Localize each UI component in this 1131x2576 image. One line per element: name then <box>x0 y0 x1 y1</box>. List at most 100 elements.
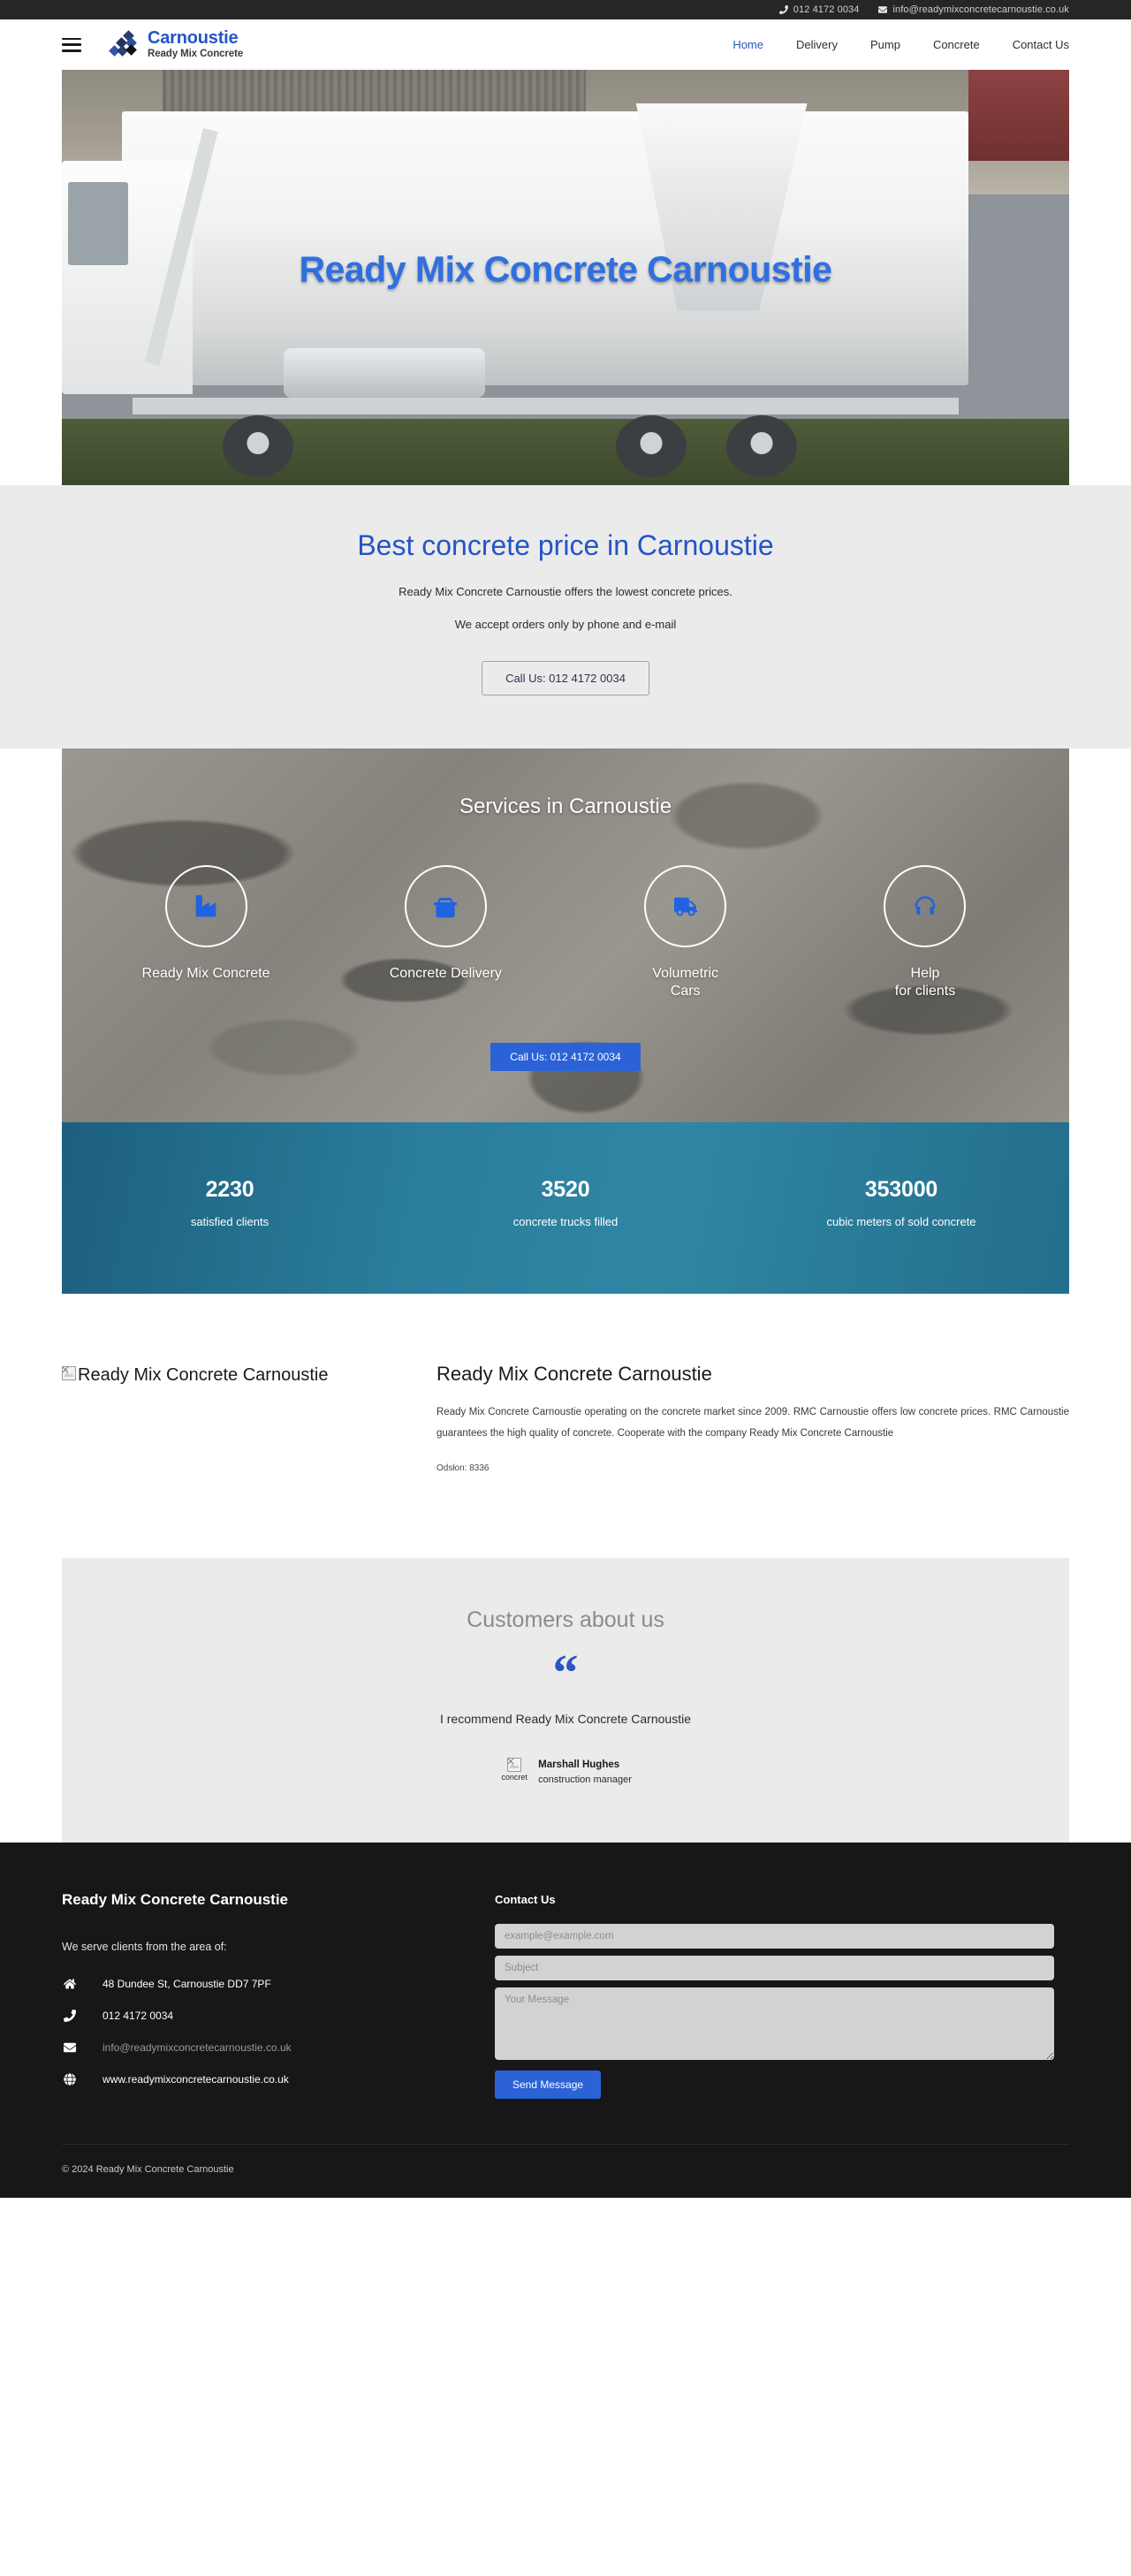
site-footer: Ready Mix Concrete Carnoustie We serve c… <box>0 1842 1131 2105</box>
envelope-icon <box>878 5 888 14</box>
services-cta-wrapper: Call Us: 012 4172 0034 <box>62 1043 1069 1071</box>
about-image-placeholder: Ready Mix Concrete Carnoustie <box>62 1363 433 1473</box>
brand-text: Carnoustie Ready Mix Concrete <box>148 28 244 60</box>
site-header: Carnoustie Ready Mix Concrete Home Deliv… <box>0 19 1131 70</box>
author-role: construction manager <box>538 1774 632 1786</box>
stat-number: 3520 <box>541 1177 590 1202</box>
main-navigation: Home Delivery Pump Concrete Contact Us <box>732 38 1069 51</box>
stat-number: 2230 <box>205 1177 254 1202</box>
brand-logo-link[interactable]: Carnoustie Ready Mix Concrete <box>108 29 243 59</box>
top-contact-bar: 012 4172 0034 info@readymixconcretecarno… <box>0 0 1131 19</box>
hamburger-line <box>62 43 81 46</box>
footer-service-area-label: We serve clients from the area of: <box>62 1940 227 1953</box>
hero-title: Ready Mix Concrete Carnoustie <box>299 248 832 290</box>
footer-contact-email: info@readymixconcretecarnoustie.co.uk <box>62 2041 433 2054</box>
stat-label: cubic meters of sold concrete <box>826 1215 976 1228</box>
about-text-block: Ready Mix Concrete Carnoustie Ready Mix … <box>433 1363 1069 1473</box>
about-title: Ready Mix Concrete Carnoustie <box>436 1363 712 1385</box>
call-us-outline-button[interactable]: Call Us: 012 4172 0034 <box>482 661 649 695</box>
author-name: Marshall Hughes <box>538 1759 620 1771</box>
stat-item-satisfied-clients: 2230 satisfied clients <box>62 1177 398 1228</box>
about-section: Ready Mix Concrete Carnoustie Ready Mix … <box>62 1294 1069 1559</box>
footer-contact-form-column: Contact Us Send Message <box>495 1891 1069 2105</box>
brand-title: Carnoustie <box>148 28 239 49</box>
email-field[interactable] <box>495 1923 1054 1949</box>
footer-contact-list: 48 Dundee St, Carnoustie DD7 7PF 012 417… <box>62 1978 433 2086</box>
price-section-title: Best concrete price in Carnoustie <box>357 529 774 561</box>
hamburger-menu-icon[interactable] <box>62 37 81 52</box>
service-item-concrete-delivery[interactable]: Concrete Delivery <box>344 865 547 1000</box>
about-image-alt-text: Ready Mix Concrete Carnoustie <box>78 1365 329 1385</box>
diamond-blocks-logo-icon <box>108 29 138 58</box>
phone-icon <box>62 2009 102 2022</box>
avatar: concret <box>499 1758 529 1783</box>
footer-contact-phone: 012 4172 0034 <box>62 2010 433 2022</box>
broken-image-icon: Ready Mix Concrete Carnoustie <box>62 1363 328 1388</box>
footer-company-heading: Ready Mix Concrete Carnoustie <box>62 1890 289 1908</box>
topbar-phone-text: 012 4172 0034 <box>793 4 860 15</box>
service-label: Help for clients <box>894 966 956 999</box>
truck-moving-icon <box>644 865 727 947</box>
copyright-bar: © 2024 Ready Mix Concrete Carnoustie <box>0 2104 1131 2198</box>
service-label: Volumetric Cars <box>652 966 718 999</box>
footer-contact-address: 48 Dundee St, Carnoustie DD7 7PF <box>62 1978 433 1990</box>
nav-item-pump[interactable]: Pump <box>870 38 900 51</box>
nav-item-concrete[interactable]: Concrete <box>933 38 980 51</box>
nav-item-delivery[interactable]: Delivery <box>796 38 838 51</box>
services-grid: Ready Mix Concrete Concrete Delivery Vol… <box>62 865 1069 1000</box>
subject-field[interactable] <box>495 1955 1054 1980</box>
send-message-button[interactable]: Send Message <box>495 2070 602 2099</box>
statistics-band: 2230 satisfied clients 3520 concrete tru… <box>62 1122 1069 1294</box>
author-info: Marshall Hughes construction manager <box>538 1758 632 1788</box>
nav-item-home[interactable]: Home <box>732 38 763 51</box>
headset-icon <box>884 865 967 947</box>
services-section: Services in Carnoustie Ready Mix Concret… <box>62 748 1069 1122</box>
contact-form-heading: Contact Us <box>495 1892 556 1906</box>
footer-info-column: Ready Mix Concrete Carnoustie We serve c… <box>62 1891 433 2105</box>
topbar-phone-link[interactable]: 012 4172 0034 <box>778 4 860 15</box>
footer-email-link[interactable]: info@readymixconcretecarnoustie.co.uk <box>102 2041 292 2054</box>
stat-item-cubic-meters: 353000 cubic meters of sold concrete <box>733 1177 1069 1228</box>
message-field[interactable] <box>495 1987 1054 2060</box>
stat-number: 353000 <box>864 1177 938 1202</box>
nav-item-contact-us[interactable]: Contact Us <box>1013 38 1069 51</box>
industry-icon <box>164 865 247 947</box>
best-price-section: Best concrete price in Carnoustie Ready … <box>0 485 1131 748</box>
brand-subtitle: Ready Mix Concrete <box>148 49 244 60</box>
home-icon <box>62 1978 102 1990</box>
truck-icon <box>404 865 487 947</box>
globe-icon <box>62 2073 102 2086</box>
stat-label: concrete trucks filled <box>512 1215 619 1228</box>
service-item-ready-mix-concrete[interactable]: Ready Mix Concrete <box>104 865 307 1000</box>
call-us-blue-button[interactable]: Call Us: 012 4172 0034 <box>490 1043 641 1071</box>
stat-label: satisfied clients <box>190 1215 269 1228</box>
copyright-text: © 2024 Ready Mix Concrete Carnoustie <box>62 2143 1069 2175</box>
about-body: Ready Mix Concrete Carnoustie operating … <box>436 1407 1069 1440</box>
testimonials-title: Customers about us <box>467 1607 664 1633</box>
price-section-line-2: We accept orders only by phone and e-mai… <box>454 618 677 631</box>
service-label: Ready Mix Concrete <box>141 966 270 981</box>
stat-item-trucks-filled: 3520 concrete trucks filled <box>398 1177 733 1228</box>
footer-contact-website: www.readymixconcretecarnoustie.co.uk <box>62 2073 433 2086</box>
hamburger-line <box>62 49 81 52</box>
topbar-email-link[interactable]: info@readymixconcretecarnoustie.co.uk <box>878 4 1069 15</box>
broken-image-icon <box>507 1758 522 1773</box>
topbar-email-text: info@readymixconcretecarnoustie.co.uk <box>892 4 1069 15</box>
service-item-help-for-clients[interactable]: Help for clients <box>824 865 1027 1000</box>
footer-phone-link[interactable]: 012 4172 0034 <box>102 2010 173 2022</box>
footer-website-link[interactable]: www.readymixconcretecarnoustie.co.uk <box>102 2073 289 2086</box>
service-item-volumetric-cars[interactable]: Volumetric Cars <box>584 865 787 1000</box>
envelope-icon <box>62 2041 102 2054</box>
hamburger-line <box>62 37 81 40</box>
footer-address-text: 48 Dundee St, Carnoustie DD7 7PF <box>102 1977 271 1990</box>
testimonial-author-block: concret Marshall Hughes construction man… <box>499 1758 632 1788</box>
phone-icon <box>778 5 788 14</box>
price-section-line-1: Ready Mix Concrete Carnoustie offers the… <box>399 585 732 598</box>
hero-banner: Ready Mix Concrete Carnoustie <box>62 70 1069 485</box>
about-views-counter: Odsłon: 8336 <box>436 1463 490 1474</box>
broken-image-glyph <box>62 1366 76 1380</box>
services-section-title: Services in Carnoustie <box>459 794 672 818</box>
quotation-mark-icon: “ <box>552 1644 579 1702</box>
testimonial-quote: I recommend Ready Mix Concrete Carnousti… <box>439 1712 691 1727</box>
service-label: Concrete Delivery <box>389 966 502 981</box>
